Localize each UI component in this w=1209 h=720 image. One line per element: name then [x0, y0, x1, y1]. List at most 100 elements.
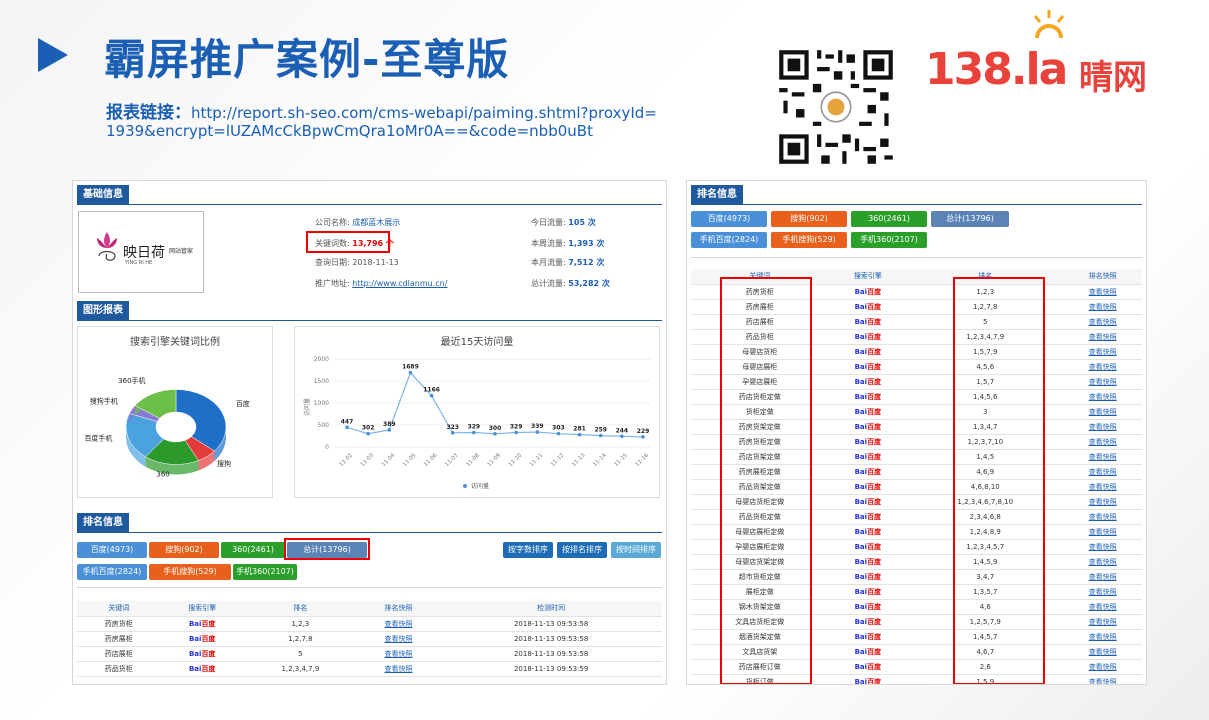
- r-tab-baidu[interactable]: 百度(4973): [691, 211, 767, 227]
- data-label: 244: [616, 427, 629, 434]
- data-label: 302: [362, 425, 375, 432]
- row-snapshot-link[interactable]: 查看快照: [1063, 659, 1142, 675]
- row-snapshot-link[interactable]: 查看快照: [1063, 464, 1142, 480]
- y-tick-label: 1000: [314, 400, 329, 407]
- baidu-logo-icon: Bai百度: [828, 539, 908, 555]
- data-label: 339: [531, 423, 544, 430]
- row-snapshot-link[interactable]: 查看快照: [1063, 449, 1142, 465]
- pie-chart-box: 搜索引擎关键词比例 百度 搜狗 360 百度手机 搜狗手机 360手机: [77, 326, 273, 498]
- query-date-value: 2018-11-13: [352, 258, 399, 267]
- x-tick-label: 11-13: [571, 452, 587, 468]
- data-point: [387, 428, 392, 432]
- tab-360[interactable]: 360(2461): [221, 542, 285, 558]
- x-tick-label: 11-12: [550, 453, 566, 469]
- row-snapshot-link[interactable]: 查看快照: [1063, 374, 1142, 390]
- baidu-logo-icon: Bai百度: [160, 616, 244, 632]
- baidu-logo-icon: Bai百度: [828, 524, 908, 540]
- week-value: 1,393 次: [568, 239, 605, 248]
- row-time: 2018-11-13 09:53:58: [440, 646, 662, 662]
- keywords-highlight-box: [306, 231, 390, 253]
- row-snapshot-link[interactable]: 查看快照: [1063, 314, 1142, 330]
- x-tick-label: 11-06: [423, 452, 439, 468]
- r-tab-total[interactable]: 总计(13796): [931, 211, 1009, 227]
- baidu-logo-icon: Bai百度: [828, 584, 908, 600]
- month-value: 7,512 次: [568, 258, 605, 267]
- r-tab-mobile-360[interactable]: 手机360(2107): [851, 232, 927, 248]
- row-snapshot-link[interactable]: 查看快照: [356, 646, 441, 662]
- baidu-logo-icon: Bai百度: [828, 434, 908, 450]
- sort-by-rank-button[interactable]: 按排名排序: [557, 542, 607, 558]
- row-snapshot-link[interactable]: 查看快照: [356, 661, 441, 677]
- rank-column-highlight-box: [953, 277, 1045, 684]
- row-rank: 1,2,7,8: [243, 631, 357, 647]
- r-tab-sogou[interactable]: 搜狗(902): [771, 211, 847, 227]
- row-snapshot-link[interactable]: 查看快照: [1063, 389, 1142, 405]
- promo-link[interactable]: http://www.cdlanmu.cn/: [352, 279, 447, 288]
- company-logo-sub: 网站管家: [169, 248, 194, 255]
- row-snapshot-link[interactable]: 查看快照: [1063, 599, 1142, 615]
- total-tab-highlight-box: [284, 538, 370, 560]
- data-label: 329: [510, 424, 523, 431]
- data-point: [472, 430, 476, 435]
- row-snapshot-link[interactable]: 查看快照: [1063, 359, 1142, 375]
- report-link-block: 报表链接：http://report.sh-seo.com/cms-webapi…: [106, 104, 666, 140]
- row-snapshot-link[interactable]: 查看快照: [1063, 284, 1142, 300]
- data-point: [408, 370, 413, 375]
- baidu-logo-icon: Bai百度: [828, 359, 908, 375]
- baidu-logo-icon: Bai百度: [828, 419, 908, 435]
- row-snapshot-link[interactable]: 查看快照: [1063, 524, 1142, 540]
- month-label: 本月流量:: [531, 258, 566, 267]
- baidu-logo-icon: Bai百度: [828, 464, 908, 480]
- data-point: [620, 434, 624, 439]
- pie-label: 360: [156, 470, 169, 478]
- baidu-logo-icon: Bai百度: [160, 646, 244, 662]
- row-snapshot-link[interactable]: 查看快照: [1063, 644, 1142, 660]
- row-snapshot-link[interactable]: 查看快照: [1063, 494, 1142, 510]
- row-snapshot-link[interactable]: 查看快照: [1063, 299, 1142, 315]
- r-tab-mobile-baidu[interactable]: 手机百度(2824): [691, 232, 767, 248]
- row-snapshot-link[interactable]: 查看快照: [1063, 329, 1142, 345]
- data-label: 323: [446, 424, 459, 431]
- tab-mobile-baidu[interactable]: 手机百度(2824): [77, 564, 147, 580]
- data-point: [535, 430, 540, 434]
- x-tick-label: 11-03: [360, 452, 376, 468]
- col-keyword: 关键词: [77, 601, 161, 617]
- sort-by-time-button[interactable]: 按时间排序: [611, 542, 661, 558]
- tab-sogou[interactable]: 搜狗(902): [149, 542, 219, 558]
- row-rank: 1,2,3: [243, 616, 357, 632]
- row-snapshot-link[interactable]: 查看快照: [1063, 629, 1142, 645]
- data-point: [556, 431, 561, 436]
- row-snapshot-link[interactable]: 查看快照: [356, 631, 441, 647]
- row-snapshot-link[interactable]: 查看快照: [1063, 554, 1142, 570]
- row-snapshot-link[interactable]: 查看快照: [356, 616, 441, 632]
- x-tick-label: 11-08: [465, 452, 481, 468]
- row-keyword: 药房货柜: [77, 616, 161, 632]
- sort-by-count-button[interactable]: 按字数排序: [503, 542, 553, 558]
- r-tab-360[interactable]: 360(2461): [851, 211, 927, 227]
- baidu-logo-icon: Bai百度: [828, 674, 908, 684]
- basic-info-header: 基础信息: [77, 185, 129, 205]
- tab-baidu[interactable]: 百度(4973): [77, 542, 147, 558]
- tab-mobile-360[interactable]: 手机360(2107): [233, 564, 297, 580]
- row-snapshot-link[interactable]: 查看快照: [1063, 614, 1142, 630]
- col-time: 检测时间: [440, 601, 662, 617]
- row-snapshot-link[interactable]: 查看快照: [1063, 344, 1142, 360]
- row-snapshot-link[interactable]: 查看快照: [1063, 674, 1142, 684]
- row-snapshot-link[interactable]: 查看快照: [1063, 569, 1142, 585]
- row-snapshot-link[interactable]: 查看快照: [1063, 419, 1142, 435]
- ranking-right-header: 排名信息: [691, 185, 743, 205]
- baidu-logo-icon: Bai百度: [828, 629, 908, 645]
- tab-mobile-sogou[interactable]: 手机搜狗(529): [149, 564, 231, 580]
- row-snapshot-link[interactable]: 查看快照: [1063, 479, 1142, 495]
- row-snapshot-link[interactable]: 查看快照: [1063, 539, 1142, 555]
- row-snapshot-link[interactable]: 查看快照: [1063, 584, 1142, 600]
- x-tick-label: 11-10: [508, 452, 524, 468]
- data-point: [598, 433, 603, 438]
- pie-chart: 百度搜狗 360 百度手机 搜狗手机 360手机: [84, 376, 250, 478]
- row-snapshot-link[interactable]: 查看快照: [1063, 509, 1142, 525]
- baidu-logo-icon: Bai百度: [828, 479, 908, 495]
- row-snapshot-link[interactable]: 查看快照: [1063, 404, 1142, 420]
- row-snapshot-link[interactable]: 查看快照: [1063, 434, 1142, 450]
- r-tab-mobile-sogou[interactable]: 手机搜狗(529): [771, 232, 847, 248]
- pie-label: 百度: [236, 399, 250, 408]
